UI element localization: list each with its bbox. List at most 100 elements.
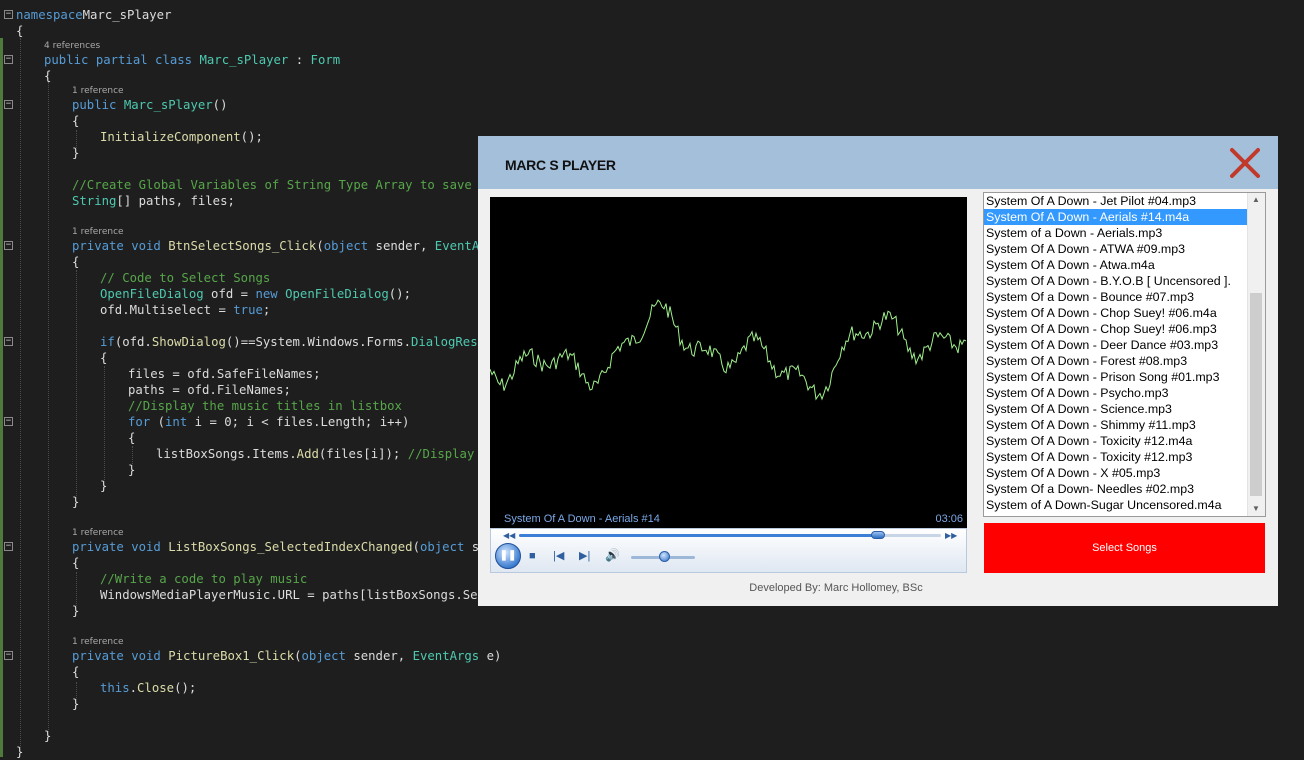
code-token: for — [128, 415, 151, 429]
code-token: paths = ofd.FileNames; — [128, 383, 291, 397]
song-items[interactable]: System Of A Down - Jet Pilot #04.mp3 Syst… — [984, 193, 1265, 513]
song-item[interactable]: System Of A Down - Chop Suey! #06.mp3 — [984, 321, 1249, 337]
code-token: new — [255, 287, 278, 301]
song-item[interactable]: System Of A Down - B.Y.O.B [ Uncensored … — [984, 273, 1249, 289]
code-token: InitializeComponent — [100, 130, 241, 144]
listbox-scrollbar[interactable]: ▲ ▼ — [1247, 193, 1265, 516]
songs-listbox[interactable]: System Of A Down - Jet Pilot #04.mp3 Syst… — [983, 192, 1266, 517]
code-token: listBoxSongs.Items. — [156, 447, 297, 461]
code-token: //Write a code to play music — [100, 572, 308, 586]
code-token: sender, — [345, 649, 413, 663]
seek-bar[interactable] — [519, 531, 941, 539]
code-token: ( — [316, 239, 324, 253]
code-token: sender, — [368, 239, 435, 253]
code-token: object — [301, 649, 346, 663]
stop-icon[interactable]: ■ — [529, 550, 536, 562]
song-item[interactable]: System of A Down-Sugar Uncensored.m4a — [984, 497, 1249, 513]
code-token: object — [419, 540, 465, 554]
developer-credit: Developed By: Marc Hollomey, BSc — [749, 582, 923, 594]
code-line: paths = ofd.FileNames; — [128, 382, 291, 398]
volume-thumb[interactable] — [659, 551, 670, 562]
song-item[interactable]: System Of a Down- Needles #02.mp3 — [984, 481, 1249, 497]
code-line: //Display the music titles in listbox — [128, 398, 402, 414]
code-line: //Write a code to play music — [100, 571, 307, 587]
code-token: { — [16, 24, 24, 38]
waveform-line — [490, 299, 967, 401]
code-token: Marc_sPlayer — [82, 8, 172, 22]
title-bar: MARC S PLAYER — [478, 136, 1278, 189]
code-token: [] paths, files; — [116, 194, 235, 208]
reference-count[interactable]: 4 references — [44, 40, 100, 52]
code-line: if(ofd.ShowDialog()==System.Windows.Form… — [100, 334, 500, 350]
code-token: e) — [479, 649, 502, 663]
code-token: PictureBox1_Click — [168, 649, 295, 663]
song-item[interactable]: System Of A Down - Science.mp3 — [984, 401, 1249, 417]
code-line: ofd.Multiselect = true; — [100, 302, 270, 318]
fold-toggle[interactable] — [4, 417, 13, 426]
song-item[interactable]: System Of A Down - Aerials #14.m4a — [984, 209, 1249, 225]
rewind-icon[interactable]: ◀◀ — [503, 530, 515, 542]
code-line: public partial class Marc_sPlayer : Form — [44, 52, 340, 68]
code-token: WindowsMediaPlayerMusic.URL = paths[list… — [100, 588, 500, 602]
fold-toggle[interactable] — [4, 100, 13, 109]
seek-thumb[interactable] — [870, 531, 885, 539]
song-item[interactable]: System Of A Down - Jet Pilot #04.mp3 — [984, 193, 1249, 209]
player-window: MARC S PLAYER System Of A Down - Aerials… — [478, 136, 1278, 606]
code-token: { — [128, 431, 136, 445]
media-player-video[interactable]: System Of A Down - Aerials #14 03:06 — [490, 197, 967, 528]
song-item[interactable]: System Of A Down - Forest #08.mp3 — [984, 353, 1249, 369]
code-token: ; — [262, 303, 271, 317]
song-item[interactable]: System Of A Down - Toxicity #12.m4a — [984, 433, 1249, 449]
song-item[interactable]: System Of A Down - Prison Song #01.mp3 — [984, 369, 1249, 385]
code-token: namespace — [16, 8, 83, 22]
code-token: Form — [310, 53, 341, 67]
fold-toggle[interactable] — [4, 542, 13, 551]
code-token: i = 0; i < files.Length; i++) — [187, 415, 410, 429]
song-item[interactable]: System Of A Down - Atwa.m4a — [984, 257, 1249, 273]
code-line: WindowsMediaPlayerMusic.URL = paths[list… — [100, 587, 500, 603]
song-item[interactable]: System Of A Down - Deer Dance #03.mp3 — [984, 337, 1249, 353]
code-line: public Marc_sPlayer() — [72, 97, 227, 113]
code-line: { — [72, 555, 79, 571]
select-songs-button[interactable]: Select Songs — [984, 523, 1265, 573]
previous-icon[interactable]: |◀ — [553, 550, 564, 562]
song-item[interactable]: System Of A Down - Chop Suey! #06.m4a — [984, 305, 1249, 321]
code-token: private void — [72, 540, 161, 554]
code-line: files = ofd.SafeFileNames; — [128, 366, 321, 382]
next-icon[interactable]: ▶| — [579, 550, 590, 562]
reference-count[interactable]: 1 reference — [72, 636, 124, 648]
fold-toggle[interactable] — [4, 241, 13, 250]
song-item[interactable]: System Of A Down - Psycho.mp3 — [984, 385, 1249, 401]
fast-forward-icon[interactable]: ▶▶ — [945, 530, 957, 542]
song-item[interactable]: System Of A Down - X #05.mp3 — [984, 465, 1249, 481]
code-token: . — [129, 681, 138, 695]
scroll-down-icon[interactable]: ▼ — [1252, 504, 1260, 513]
reference-count[interactable]: 1 reference — [72, 85, 124, 97]
code-token: { — [72, 114, 80, 128]
fold-toggle[interactable] — [4, 10, 13, 19]
song-item[interactable]: System Of A Down - Toxicity #12.mp3 — [984, 449, 1249, 465]
code-token: object — [323, 239, 369, 253]
close-button[interactable] — [1228, 146, 1262, 180]
song-item[interactable]: System Of a Down - Bounce #07.mp3 — [984, 289, 1249, 305]
change-margin — [0, 38, 3, 757]
scroll-thumb[interactable] — [1250, 293, 1262, 496]
fold-toggle[interactable] — [4, 337, 13, 346]
code-line: private void BtnSelectSongs_Click(object… — [72, 238, 501, 254]
reference-count[interactable]: 1 reference — [72, 527, 124, 539]
song-item[interactable]: System of a Down - Aerials.mp3 — [984, 225, 1249, 241]
seek-progress — [519, 534, 878, 537]
code-token: public — [72, 98, 117, 112]
song-item[interactable]: System Of A Down - Shimmy #11.mp3 — [984, 417, 1249, 433]
pause-button[interactable]: ❚❚ — [495, 543, 521, 569]
code-line: { — [100, 350, 107, 366]
scroll-up-icon[interactable]: ▲ — [1252, 195, 1260, 204]
code-line: { — [72, 113, 79, 129]
code-token: () — [212, 98, 228, 112]
volume-icon[interactable]: 🔊 — [605, 549, 620, 561]
reference-count[interactable]: 1 reference — [72, 226, 124, 238]
fold-toggle[interactable] — [4, 651, 13, 660]
fold-toggle[interactable] — [4, 55, 13, 64]
song-item[interactable]: System Of A Down - ATWA #09.mp3 — [984, 241, 1249, 257]
code-line: // Code to Select Songs — [100, 270, 270, 286]
